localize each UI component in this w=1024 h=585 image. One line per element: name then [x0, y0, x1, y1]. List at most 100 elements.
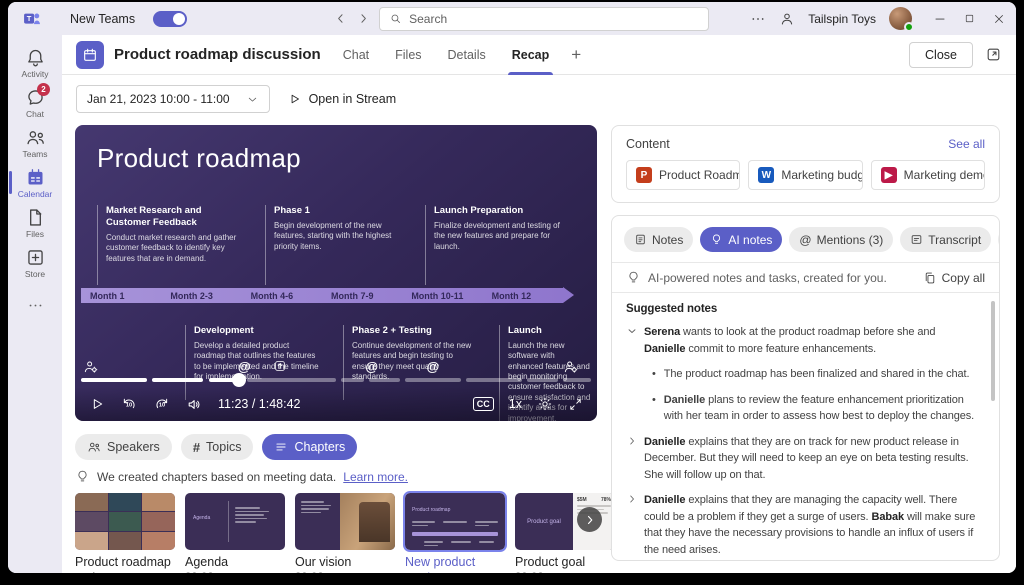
chapter-our-vision[interactable]: Our vision39:08 [295, 493, 395, 573]
chapter-new-product-roadmap[interactable]: Product roadmapNew product roadmap [405, 493, 505, 573]
volume-button[interactable] [186, 396, 203, 413]
timeline-month-bar: Month 1Month 2-3Month 4-6Month 7-9Month … [81, 288, 563, 303]
tab-files[interactable]: Files [395, 35, 421, 75]
seek-bar[interactable] [81, 375, 591, 385]
notes-tab-chat[interactable]: Chat [998, 227, 1000, 252]
avatar[interactable] [889, 7, 912, 30]
filter-chip-label: Speakers [107, 440, 160, 454]
player-controls: 10 10 11:23 / 1:48:42 CC 1x [75, 387, 597, 421]
video-player[interactable]: Product roadmap Market Research and Cust… [75, 125, 597, 421]
filter-chip-label: Chapters [294, 440, 345, 454]
note-sub-bullet: •Danielle plans to review the feature en… [652, 392, 979, 425]
sidebar-item-files[interactable]: Files [8, 203, 62, 242]
mention-marker[interactable]: @ [427, 359, 440, 374]
chapter-thumbnail[interactable]: Product roadmap [405, 493, 505, 550]
notes-icon [634, 233, 647, 246]
calendar-icon [25, 167, 46, 188]
tab-recap[interactable]: Recap [512, 35, 550, 75]
speaker-marker[interactable] [83, 359, 99, 375]
more-icon[interactable] [27, 297, 44, 314]
popout-icon[interactable] [985, 46, 1002, 63]
filter-chip-topics[interactable]: #Topics [181, 434, 254, 460]
tab-chat[interactable]: Chat [343, 35, 369, 75]
chevron-down-icon [246, 93, 259, 106]
learn-more-link[interactable]: Learn more. [343, 470, 408, 484]
phase-body: Begin development of the new features, s… [274, 221, 403, 252]
seek-segment [152, 378, 203, 382]
chapter-thumbnail[interactable] [295, 493, 395, 550]
sidebar-item-teams[interactable]: Teams [8, 123, 62, 162]
content-file-product-roadmap-[interactable]: PProduct Roadmap... [626, 160, 740, 190]
notes-tab-mentions-3-[interactable]: @Mentions (3) [789, 227, 893, 252]
chapters-icon [274, 440, 288, 454]
more-options-icon[interactable] [750, 11, 766, 27]
mention-marker[interactable]: @ [238, 359, 251, 374]
content-card-title: Content [626, 137, 670, 151]
sidebar-item-store[interactable]: Store [8, 243, 62, 282]
maximize-button[interactable] [963, 12, 976, 25]
note-sub-bullet: •The product roadmap has been finalized … [652, 366, 979, 383]
notes-tab-transcript[interactable]: Transcript [900, 227, 991, 252]
rewind-10-button[interactable]: 10 [120, 395, 138, 413]
sidebar-item-label: Activity [22, 69, 49, 79]
seek-segment [81, 378, 147, 382]
playhead[interactable] [232, 373, 246, 387]
sidebar-item-activity[interactable]: Activity [8, 43, 62, 82]
app-rail: Activity 2ChatTeamsCalendarFilesStore [8, 35, 62, 573]
seek-segment [466, 378, 522, 382]
hash-icon: # [193, 440, 200, 455]
new-teams-toggle[interactable] [153, 11, 187, 27]
chapter-thumbnail[interactable] [75, 493, 175, 550]
suggested-notes: Suggested notes Serena wants to look at … [612, 293, 999, 558]
phase-heading: Launch [508, 325, 591, 337]
speaker-marker[interactable] [563, 359, 579, 375]
chevron-right-icon[interactable] [626, 435, 638, 484]
notes-tab-ai-notes[interactable]: AI notes [700, 227, 782, 252]
close-button[interactable]: Close [909, 42, 973, 68]
content-file-name: Marketing demo... [904, 168, 985, 182]
mention-marker[interactable]: @ [365, 359, 378, 374]
share-marker[interactable] [273, 359, 287, 373]
forward-10-button[interactable]: 10 [153, 395, 171, 413]
minimize-button[interactable] [933, 12, 947, 26]
notes-tab-notes[interactable]: Notes [624, 227, 693, 252]
transcript-icon [910, 233, 923, 246]
note-item: Danielle explains that they are managing… [626, 492, 979, 558]
play-button[interactable] [89, 396, 105, 412]
filter-chip-speakers[interactable]: Speakers [75, 434, 172, 460]
next-chapters-button[interactable] [577, 507, 602, 532]
filter-chip-chapters[interactable]: Chapters [262, 434, 357, 460]
player-settings-button[interactable] [537, 396, 553, 412]
add-tab-button[interactable]: + [571, 45, 581, 65]
chapter-agenda[interactable]: AgendaAgenda39:08 [185, 493, 285, 573]
content-file-marketing-demo-[interactable]: ▶Marketing demo... [871, 160, 985, 190]
tab-details[interactable]: Details [448, 35, 486, 75]
chapter-thumbnail[interactable]: Agenda [185, 493, 285, 550]
nav-back-button[interactable] [333, 11, 348, 26]
see-all-link[interactable]: See all [948, 137, 985, 151]
chevron-down-icon[interactable] [626, 325, 638, 357]
open-in-stream-button[interactable]: Open in Stream [288, 92, 397, 106]
playback-speed-button[interactable]: 1x [509, 397, 522, 411]
at-icon: @ [799, 233, 811, 247]
person-icon[interactable] [779, 11, 795, 27]
chapter-product-roadmap-review[interactable]: Product roadmap review [75, 493, 175, 573]
lightbulb-icon [626, 270, 641, 285]
slide-phase-phase-1: Phase 1Begin development of the new feat… [265, 205, 403, 285]
chapter-product-goal[interactable]: Product goal$5M78%Product goal39:08 [515, 493, 615, 573]
chevron-right-icon[interactable] [626, 493, 638, 558]
phase-body: Conduct market research and gather custo… [106, 233, 239, 264]
titlebar: T New Teams Search Tailspin Toys [8, 2, 1016, 35]
sidebar-item-calendar[interactable]: Calendar [8, 163, 62, 202]
fullscreen-button[interactable] [568, 397, 583, 412]
copy-all-button[interactable]: Copy all [923, 271, 985, 285]
sidebar-item-chat[interactable]: 2Chat [8, 83, 62, 122]
notes-scrollbar[interactable] [991, 301, 995, 401]
date-range-value: Jan 21, 2023 10:00 - 11:00 [87, 92, 230, 106]
nav-forward-button[interactable] [356, 11, 371, 26]
captions-button[interactable]: CC [473, 397, 494, 411]
content-file-marketing-budget-[interactable]: WMarketing budget... [748, 160, 862, 190]
window-close-button[interactable] [992, 12, 1006, 26]
search-input[interactable]: Search [379, 7, 709, 31]
date-range-dropdown[interactable]: Jan 21, 2023 10:00 - 11:00 [76, 85, 270, 113]
